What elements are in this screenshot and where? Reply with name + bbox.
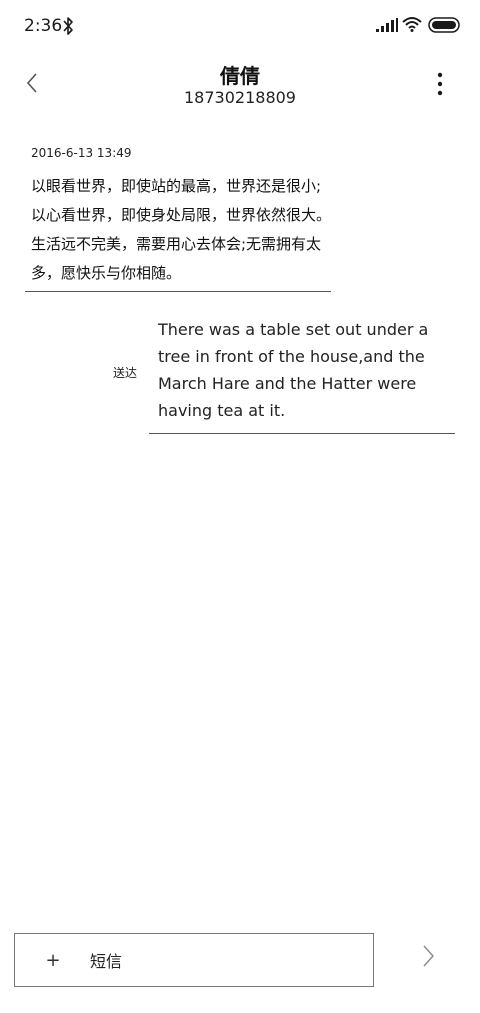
- delivery-status: 送达: [113, 366, 138, 380]
- chevron-right-icon: [423, 945, 434, 967]
- message-divider: [149, 433, 455, 434]
- send-button[interactable]: [416, 940, 440, 972]
- battery-icon: [428, 17, 460, 33]
- message-input[interactable]: [90, 946, 360, 976]
- status-time: 2:36: [24, 16, 63, 36]
- signal-icon: [376, 18, 398, 32]
- message-timestamp: 2016-6-13 13:49: [31, 146, 132, 160]
- bluetooth-icon: [63, 17, 73, 35]
- status-bar: 2:36: [0, 0, 480, 52]
- message-divider: [25, 291, 331, 292]
- more-vertical-icon: [437, 72, 443, 96]
- sent-message[interactable]: There was a table set out under a tree i…: [158, 316, 453, 424]
- contact-name: 倩倩: [220, 64, 260, 88]
- received-message[interactable]: 以眼看世界，即使站的最高，世界还是很小;以心看世界，即使身处局限，世界依然很大。…: [31, 172, 331, 288]
- contact-number: 18730218809: [184, 88, 296, 107]
- add-attachment-button[interactable]: +: [40, 946, 66, 974]
- wifi-icon: [402, 17, 422, 32]
- more-options-button[interactable]: [428, 70, 452, 98]
